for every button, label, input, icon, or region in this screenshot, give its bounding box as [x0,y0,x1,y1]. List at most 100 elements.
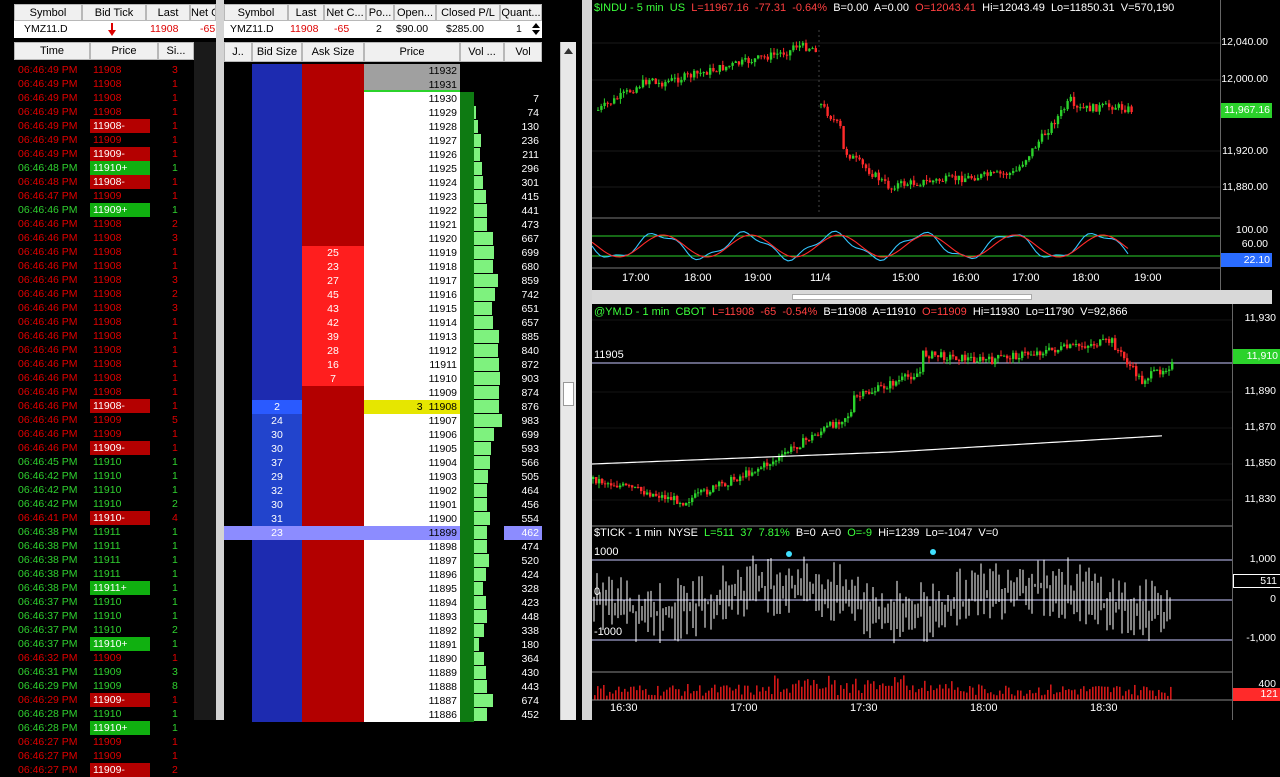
ladder-j-cell[interactable] [224,470,252,484]
ask-size-cell[interactable]: 39 [302,330,364,344]
ladder-row[interactable]: 11896 424 [224,568,542,582]
ladder-row[interactable]: 11930 7 [224,92,542,106]
ladder-row[interactable]: 43 11915 651 [224,302,542,316]
ym-price-chart[interactable] [592,304,1280,720]
bid-size-cell[interactable] [252,274,302,288]
col-symbol-header[interactable]: Symbol [14,4,82,21]
bid-size-cell[interactable] [252,218,302,232]
ask-size-cell[interactable] [302,204,364,218]
ask-size-cell[interactable]: 45 [302,288,364,302]
ask-size-cell[interactable] [302,442,364,456]
ladder-j-cell[interactable] [224,540,252,554]
bid-size-cell[interactable] [252,120,302,134]
ladder-row[interactable]: 42 11914 657 [224,316,542,330]
ts-col-size-header[interactable]: Si... [158,42,194,60]
ladder-row[interactable]: 11890 364 [224,652,542,666]
ladder-col-price-header[interactable]: Price [364,42,460,62]
ladder-j-cell[interactable] [224,666,252,680]
ladder-row[interactable]: 23 11918 680 [224,260,542,274]
ladder-row[interactable]: 30 11901 456 [224,498,542,512]
ladder-j-cell[interactable] [224,372,252,386]
ladder-row[interactable]: 11897 520 [224,554,542,568]
ladder-row[interactable]: 11932 [224,64,542,78]
ladder-row[interactable]: 29 11903 505 [224,470,542,484]
pos-col-symbol-header[interactable]: Symbol [224,4,288,21]
ladder-j-cell[interactable] [224,638,252,652]
ladder-j-cell[interactable] [224,596,252,610]
ladder-col-vol-header[interactable]: Vol [504,42,542,62]
ladder-row[interactable]: 27 11917 859 [224,274,542,288]
bid-size-cell[interactable]: 29 [252,470,302,484]
col-bid-tick-header[interactable]: Bid Tick [82,4,146,21]
bid-size-cell[interactable] [252,666,302,680]
chart-scroll-thumb[interactable] [792,294,1032,300]
ladder-j-cell[interactable] [224,400,252,414]
ladder-row[interactable]: 11889 430 [224,666,542,680]
ladder-row[interactable]: 11894 423 [224,596,542,610]
ladder-row[interactable]: 11924 301 [224,176,542,190]
ladder-j-cell[interactable] [224,162,252,176]
ladder-row[interactable]: 11887 674 [224,694,542,708]
ask-size-cell[interactable] [302,386,364,400]
ladder-j-cell[interactable] [224,652,252,666]
bid-size-cell[interactable] [252,554,302,568]
ladder-j-cell[interactable] [224,498,252,512]
ask-size-cell[interactable] [302,414,364,428]
bid-size-cell[interactable]: 24 [252,414,302,428]
panel-splitter-right[interactable] [582,0,592,720]
bid-size-cell[interactable]: 30 [252,442,302,456]
bid-size-cell[interactable] [252,204,302,218]
ladder-row[interactable]: 25 11919 699 [224,246,542,260]
bid-size-cell[interactable] [252,260,302,274]
bid-size-cell[interactable] [252,246,302,260]
ask-size-cell[interactable] [302,652,364,666]
ask-size-cell[interactable] [302,64,364,78]
bid-size-cell[interactable] [252,302,302,316]
ladder-row[interactable]: 32 11902 464 [224,484,542,498]
pos-col-quantity-header[interactable]: Quant... [500,4,542,21]
ym-tick-chart-panel[interactable]: @YM.D - 1 min CBOT L=11908 -65 -0.54% B=… [592,304,1280,720]
ladder-row[interactable]: 30 11905 593 [224,442,542,456]
pos-col-closed-pl-header[interactable]: Closed P/L [436,4,500,21]
ladder-row[interactable]: 31 11900 554 [224,512,542,526]
bid-size-cell[interactable]: 31 [252,512,302,526]
ask-size-cell[interactable] [302,92,364,106]
ask-size-cell[interactable]: 43 [302,302,364,316]
ask-size-cell[interactable]: 27 [302,274,364,288]
ladder-j-cell[interactable] [224,246,252,260]
ladder-scroll-thumb[interactable] [563,382,574,406]
bid-size-cell[interactable] [252,540,302,554]
ladder-row[interactable]: 37 11904 566 [224,456,542,470]
ladder-j-cell[interactable] [224,554,252,568]
ladder-j-cell[interactable] [224,274,252,288]
ladder-j-cell[interactable] [224,344,252,358]
ladder-j-cell[interactable] [224,694,252,708]
ask-size-cell[interactable] [302,134,364,148]
ladder-row[interactable]: 11926 211 [224,148,542,162]
col-net-change-header[interactable]: Net C [190,4,216,21]
ask-size-cell[interactable] [302,470,364,484]
ask-size-cell[interactable] [302,540,364,554]
bid-size-cell[interactable] [252,134,302,148]
ladder-j-cell[interactable] [224,624,252,638]
ask-size-cell[interactable] [302,190,364,204]
panel-splitter[interactable] [216,0,224,720]
ladder-row[interactable]: 30 11906 699 [224,428,542,442]
ask-size-cell[interactable] [302,694,364,708]
pos-col-last-header[interactable]: Last [288,4,324,21]
bid-size-cell[interactable] [252,190,302,204]
ladder-col-ask-size-header[interactable]: Ask Size [302,42,364,62]
bid-size-cell[interactable]: 2 [252,400,302,414]
ladder-row[interactable]: 28 11912 840 [224,344,542,358]
ask-size-cell[interactable] [302,680,364,694]
ladder-j-cell[interactable] [224,358,252,372]
ask-size-cell[interactable] [302,456,364,470]
bid-size-cell[interactable] [252,582,302,596]
ladder-j-cell[interactable] [224,512,252,526]
bid-size-cell[interactable] [252,288,302,302]
ladder-j-cell[interactable] [224,288,252,302]
bid-size-cell[interactable] [252,638,302,652]
ladder-j-cell[interactable] [224,386,252,400]
ladder-j-cell[interactable] [224,204,252,218]
ladder-row[interactable]: 16 11911 872 [224,358,542,372]
